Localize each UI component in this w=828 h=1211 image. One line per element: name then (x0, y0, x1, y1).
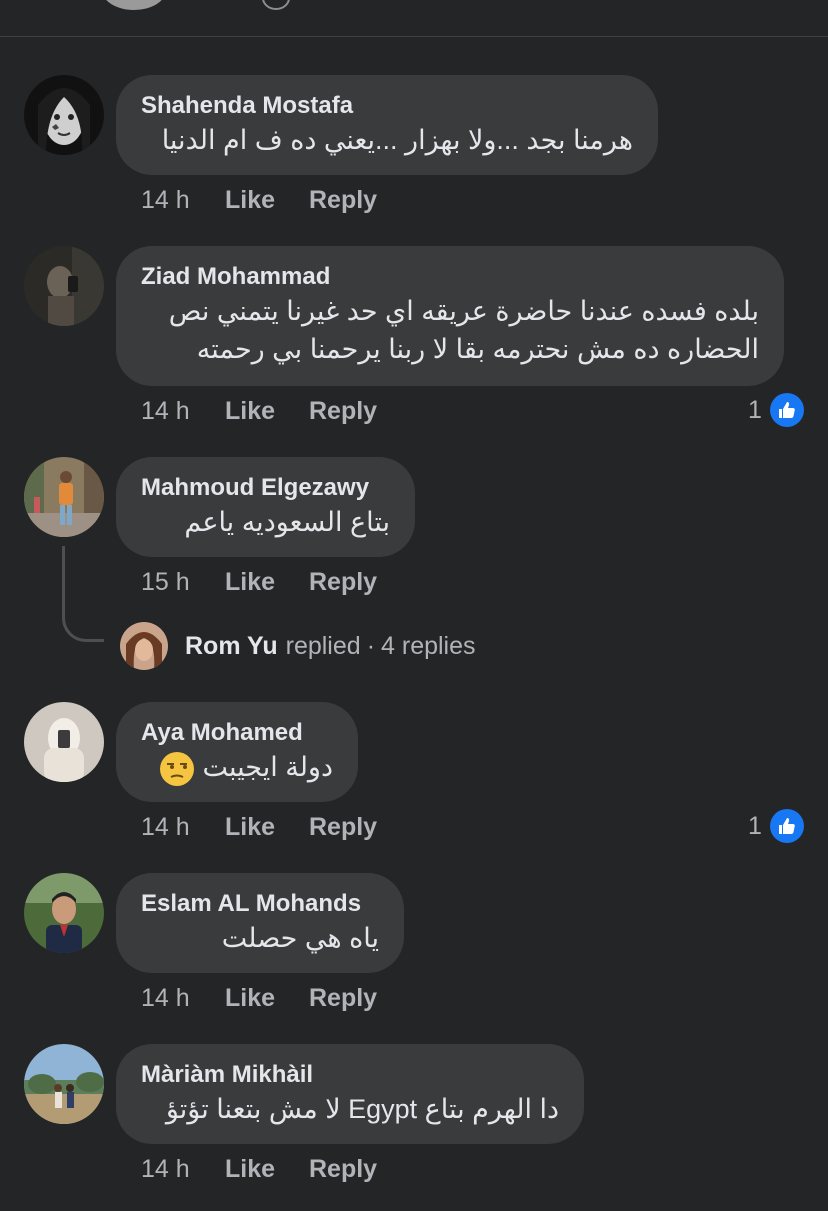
comment-text: بلده فسده عندنا حاضرة عريقه اي حد غيرنا … (168, 296, 759, 326)
reply-button[interactable]: Reply (309, 186, 377, 215)
avatar[interactable] (24, 457, 104, 537)
avatar[interactable] (24, 75, 104, 155)
comment-text-row: دولة ايجيبت (141, 748, 333, 787)
comment-bubble: Shahenda Mostafa هرمنا بجد ...ولا بهزار … (116, 75, 658, 175)
comment-time[interactable]: 14 h (141, 186, 225, 215)
comment-text: بتاع السعوديه ياعم (184, 507, 390, 537)
comment-author[interactable]: Mahmoud Elgezawy (141, 473, 390, 503)
comment-text: دولة ايجيبت (202, 752, 333, 782)
like-button[interactable]: Like (225, 1155, 309, 1184)
reply-button[interactable]: Reply (309, 397, 377, 426)
avatar[interactable] (24, 246, 104, 326)
comment-text: دا الهرم بتاع Egypt لا مش بتعنا تؤتؤ (165, 1094, 559, 1124)
like-button[interactable]: Like (225, 813, 309, 842)
comment-time[interactable]: 14 h (141, 1155, 225, 1184)
comment-actions: 14 h Like Reply (141, 1155, 377, 1184)
thumbs-up-icon (769, 393, 804, 427)
like-button[interactable]: Like (225, 984, 309, 1013)
thread-connector (62, 546, 104, 642)
comment-time[interactable]: 14 h (141, 984, 225, 1013)
comment-actions: 14 h Like Reply (141, 397, 377, 426)
comment-time[interactable]: 14 h (141, 397, 225, 426)
comment-time[interactable]: 14 h (141, 813, 225, 842)
comment-bubble: Ziad Mohammad بلده فسده عندنا حاضرة عريق… (116, 246, 784, 386)
reaction-summary[interactable]: 1 (748, 393, 804, 427)
comment-author[interactable]: Ziad Mohammad (141, 262, 759, 292)
reaction-count: 1 (748, 811, 762, 840)
separator: · (366, 631, 376, 660)
reply-button[interactable]: Reply (309, 984, 377, 1013)
avatar (120, 622, 168, 670)
thumbs-up-icon (769, 809, 804, 843)
avatar[interactable] (24, 873, 104, 953)
comment-text: هرمنا بجد ...ولا بهزار ...يعني ده ف ام ا… (161, 125, 633, 155)
comment-time[interactable]: 15 h (141, 568, 225, 597)
comment-actions: 14 h Like Reply (141, 186, 377, 215)
comments-page: Shahenda Mostafa هرمنا بجد ...ولا بهزار … (0, 0, 828, 1211)
reaction-count: 1 (748, 395, 762, 424)
like-button[interactable]: Like (225, 568, 309, 597)
comment-actions: 14 h Like Reply (141, 813, 377, 842)
comment-bubble: Màriàm Mikhàil دا الهرم بتاع Egypt لا مش… (116, 1044, 584, 1144)
reaction-summary[interactable]: 1 (748, 809, 804, 843)
replier-name[interactable]: Rom Yu (185, 632, 278, 661)
more-icon (262, 0, 290, 10)
replies-count[interactable]: 4 replies (381, 632, 476, 661)
avatar[interactable] (24, 1044, 104, 1124)
reply-button[interactable]: Reply (309, 568, 377, 597)
comment-author[interactable]: Shahenda Mostafa (141, 91, 633, 121)
view-replies-link[interactable]: Rom Yu replied · 4 replies (120, 622, 476, 670)
comment-actions: 14 h Like Reply (141, 984, 377, 1013)
comment-actions: 15 h Like Reply (141, 568, 377, 597)
comment-bubble: Aya Mohamed دولة ايجيبت (116, 702, 358, 802)
previous-comment-clipped (0, 0, 828, 37)
like-button[interactable]: Like (225, 186, 309, 215)
avatar (102, 0, 166, 10)
comment-bubble: Mahmoud Elgezawy بتاع السعوديه ياعم (116, 457, 415, 557)
comment-author[interactable]: Aya Mohamed (141, 718, 333, 748)
comment-bubble: Eslam AL Mohands ياه هي حصلت (116, 873, 404, 973)
comment-text: ياه هي حصلت (221, 923, 379, 953)
reply-button[interactable]: Reply (309, 813, 377, 842)
avatar[interactable] (24, 702, 104, 782)
replied-word: replied (285, 631, 361, 660)
reply-button[interactable]: Reply (309, 1155, 377, 1184)
comment-author[interactable]: Màriàm Mikhàil (141, 1060, 559, 1090)
unamused-face-icon (159, 751, 195, 787)
comment-text: الحضاره ده مش نحترمه بقا لا ربنا يرحمنا … (196, 334, 759, 364)
like-button[interactable]: Like (225, 397, 309, 426)
comment-author[interactable]: Eslam AL Mohands (141, 889, 379, 919)
